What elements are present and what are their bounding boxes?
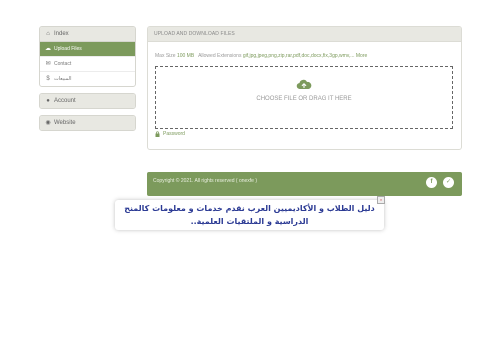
upload-cloud-icon: ☁ [45, 46, 51, 52]
copyright-text: Copyright © 2021. All rights reserved ( … [153, 178, 258, 184]
facebook-icon[interactable]: f [426, 177, 437, 188]
allowed-extensions-label: Allowed Extensions [198, 53, 242, 59]
file-dropzone[interactable]: CHOOSE FILE OR DRAG IT HERE [155, 66, 453, 129]
menu-head-index-label: Index [54, 31, 69, 37]
allowed-extensions-value: gif,jpg,jpeg,png,zip,rar,pdf,doc,docx,fi… [242, 53, 355, 59]
sidebar-item-upload-files[interactable]: ☁ Upload Files [40, 42, 135, 56]
globe-icon: ◉ [45, 120, 51, 126]
menu-head-account-label: Account [54, 98, 76, 104]
sidebar: ⌂ Index ☁ Upload Files ✉ Contact $ المبي… [39, 26, 136, 137]
twitter-icon[interactable]: ✓ [443, 177, 454, 188]
password-toggle[interactable]: Password [155, 131, 185, 137]
max-size-label: Max Size [155, 53, 176, 59]
menu-head-website[interactable]: ◉ Website [40, 116, 135, 130]
menu-head-website-label: Website [54, 120, 76, 126]
user-icon: ● [46, 98, 50, 104]
sidebar-item-label: Contact [54, 61, 72, 67]
more-link[interactable]: More [356, 53, 367, 59]
upload-limits: Max Size 100 MB Allowed Extensions gif,j… [155, 53, 367, 59]
menu-head-index[interactable]: ⌂ Index [40, 27, 135, 42]
upload-cloud-icon [296, 79, 312, 90]
dollar-icon: $ [46, 76, 50, 82]
menu-group-website: ◉ Website [39, 115, 136, 131]
menu-group-index: ⌂ Index ☁ Upload Files ✉ Contact $ المبي… [39, 26, 136, 87]
footer: Copyright © 2021. All rights reserved ( … [147, 172, 462, 196]
sidebar-item-sales[interactable]: $ المبيعات [40, 71, 135, 86]
envelope-icon: ✉ [45, 61, 51, 67]
ad-banner[interactable]: × دليل الطلاب و الأكاديميين العرب نقدم خ… [115, 196, 385, 230]
password-label: Password [163, 131, 185, 137]
sidebar-item-label: المبيعات [54, 76, 72, 82]
ad-text: دليل الطلاب و الأكاديميين العرب نقدم خدم… [124, 204, 375, 226]
home-icon: ⌂ [46, 31, 50, 37]
dropzone-text: CHOOSE FILE OR DRAG IT HERE [256, 96, 352, 102]
sidebar-item-label: Upload Files [54, 46, 82, 52]
lock-icon [155, 131, 160, 137]
upload-panel: UPLOAD AND DOWNLOAD FILES Max Size 100 M… [147, 26, 462, 150]
menu-group-account: ● Account [39, 93, 136, 109]
menu-head-account[interactable]: ● Account [40, 94, 135, 108]
sidebar-item-contact[interactable]: ✉ Contact [40, 56, 135, 71]
max-size-value: 100 MB [176, 53, 195, 59]
upload-panel-title: UPLOAD AND DOWNLOAD FILES [148, 27, 461, 42]
